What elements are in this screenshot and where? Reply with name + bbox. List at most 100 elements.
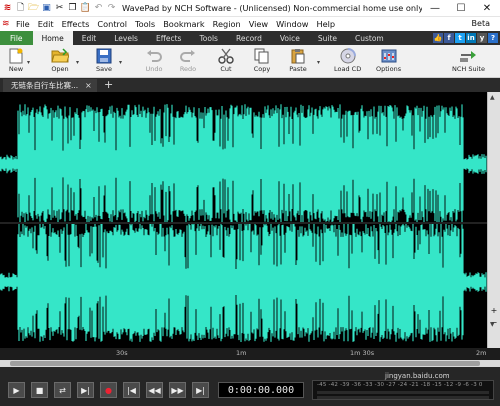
menu-window[interactable]: Window (272, 19, 312, 29)
load-cd-button[interactable]: Load CD (334, 47, 361, 76)
zoom-in-icon[interactable]: + (489, 306, 499, 316)
play-icon: ▶ (13, 385, 20, 395)
save-dropdown-arrow[interactable]: ▾ (119, 59, 122, 66)
undo-icon (144, 47, 164, 64)
open-folder-icon (50, 47, 70, 64)
cut-button[interactable]: Cut (216, 47, 236, 76)
scrollbar-thumb[interactable] (10, 361, 480, 366)
open-button[interactable]: Open (50, 47, 70, 76)
tab-custom[interactable]: Custom (346, 31, 393, 45)
help-icon[interactable]: ? (488, 33, 498, 43)
paste-dropdown-arrow[interactable]: ▾ (317, 59, 320, 66)
facebook-icon[interactable]: f (444, 33, 454, 43)
tab-edit[interactable]: Edit (73, 31, 106, 45)
tab-effects[interactable]: Effects (147, 31, 191, 45)
play-to-end-button[interactable]: ▶| (77, 382, 94, 398)
document-tab-bar: 无链条自行车比赛... × + (0, 78, 500, 92)
waveform-view[interactable] (0, 92, 487, 348)
nch-suite-button[interactable]: NCH Suite (452, 47, 485, 76)
tab-levels[interactable]: Levels (105, 31, 147, 45)
record-button[interactable]: ● (100, 382, 117, 398)
redo-icon (178, 47, 198, 64)
go-to-end-icon: ▶| (196, 385, 205, 395)
open-dropdown-arrow[interactable]: ▾ (76, 59, 79, 66)
loop-button[interactable]: ⇄ (54, 382, 71, 398)
fast-forward-icon: ▶▶ (171, 385, 184, 395)
menu-file[interactable]: File (12, 19, 34, 29)
tab-voice[interactable]: Voice (271, 31, 309, 45)
save-button[interactable]: Save (94, 47, 114, 76)
menu-view[interactable]: View (245, 19, 272, 29)
ribbon-tab-bar: File Home Edit Levels Effects Tools Reco… (0, 31, 500, 45)
minimize-button[interactable]: — (422, 0, 448, 17)
rewind-button[interactable]: ◀◀ (146, 382, 163, 398)
meter-right-channel (317, 396, 489, 399)
tab-home[interactable]: Home (32, 31, 73, 45)
waveform-channel-1 (0, 104, 487, 224)
wavepad-window: ≋ 🗋 🗁 ▣ ✂ ❐ 📋 ↶ ↷ WavePad by NCH Softwar… (0, 0, 500, 406)
scroll-up-icon[interactable]: ▲ (490, 94, 495, 101)
copy-icon[interactable]: ❐ (67, 3, 78, 14)
menu-edit[interactable]: Edit (34, 19, 58, 29)
options-icon (379, 47, 399, 64)
meter-left-channel (317, 391, 489, 394)
meter-scale: -45 -42 -39 -36 -33 -30 -27 -24 -21 -18 … (317, 382, 483, 388)
like-icon[interactable]: 👍 (433, 33, 443, 43)
youtube-icon[interactable]: y (477, 33, 487, 43)
menu-control[interactable]: Control (93, 19, 131, 29)
vertical-zoom-bar[interactable]: ▲ + − ▼ (487, 92, 500, 348)
time-display: 0:00:00.000 (218, 382, 304, 398)
tab-tools[interactable]: Tools (190, 31, 226, 45)
menu-app-icon: ≋ (2, 19, 10, 29)
new-file-icon[interactable]: 🗋 (15, 3, 26, 14)
timeline-ruler[interactable]: 30s 1m 1m 30s 2m (0, 348, 500, 360)
tab-file[interactable]: File (0, 31, 33, 45)
play-button[interactable]: ▶ (8, 382, 25, 398)
save-icon[interactable]: ▣ (41, 3, 52, 14)
tab-suite[interactable]: Suite (309, 31, 346, 45)
stop-button[interactable]: ■ (31, 382, 48, 398)
redo-button[interactable]: Redo (178, 47, 198, 76)
linkedin-icon[interactable]: in (466, 33, 476, 43)
open-folder-icon[interactable]: 🗁 (28, 3, 39, 14)
menu-tools[interactable]: Tools (131, 19, 159, 29)
close-tab-icon[interactable]: × (85, 79, 92, 92)
timeline-tick: 1m (236, 349, 247, 357)
menu-effects[interactable]: Effects (58, 19, 94, 29)
paste-button[interactable]: Paste (288, 47, 308, 76)
tab-record[interactable]: Record (227, 31, 271, 45)
copy-button[interactable]: Copy (252, 47, 272, 76)
horizontal-scrollbar[interactable] (0, 360, 500, 367)
app-icon: ≋ (3, 2, 12, 13)
cut-icon[interactable]: ✂ (54, 3, 65, 14)
timeline-tick: 30s (116, 349, 128, 357)
twitter-icon[interactable]: t (455, 33, 465, 43)
social-links: 👍 f t in y ? (433, 33, 498, 43)
play-to-end-icon: ▶| (81, 385, 90, 395)
stop-icon: ■ (35, 385, 44, 395)
options-button[interactable]: Options (376, 47, 401, 76)
go-to-start-button[interactable]: |◀ (123, 382, 140, 398)
redo-icon[interactable]: ↷ (106, 3, 117, 14)
scroll-down-icon[interactable]: ▼ (490, 321, 495, 328)
nch-suite-icon (458, 47, 478, 64)
menu-region[interactable]: Region (209, 19, 245, 29)
go-to-start-icon: |◀ (127, 385, 136, 395)
menu-bookmark[interactable]: Bookmark (159, 19, 208, 29)
menu-help[interactable]: Help (312, 19, 339, 29)
timeline-tick: 2m (476, 349, 487, 357)
undo-button[interactable]: Undo (144, 47, 164, 76)
go-to-end-button[interactable]: ▶| (192, 382, 209, 398)
close-button[interactable]: ✕ (474, 0, 500, 17)
beta-label[interactable]: Beta (472, 17, 490, 31)
fast-forward-button[interactable]: ▶▶ (169, 382, 186, 398)
document-tab[interactable]: 无链条自行车比赛... × (3, 79, 97, 92)
new-dropdown-arrow[interactable]: ▾ (27, 59, 30, 66)
paste-icon[interactable]: 📋 (80, 3, 91, 14)
new-button[interactable]: New (6, 47, 26, 76)
paste-icon (288, 47, 308, 64)
add-tab-icon[interactable]: + (104, 78, 113, 92)
undo-icon[interactable]: ↶ (93, 3, 104, 14)
waveform-canvas[interactable] (0, 92, 487, 348)
maximize-button[interactable]: ☐ (448, 0, 474, 17)
